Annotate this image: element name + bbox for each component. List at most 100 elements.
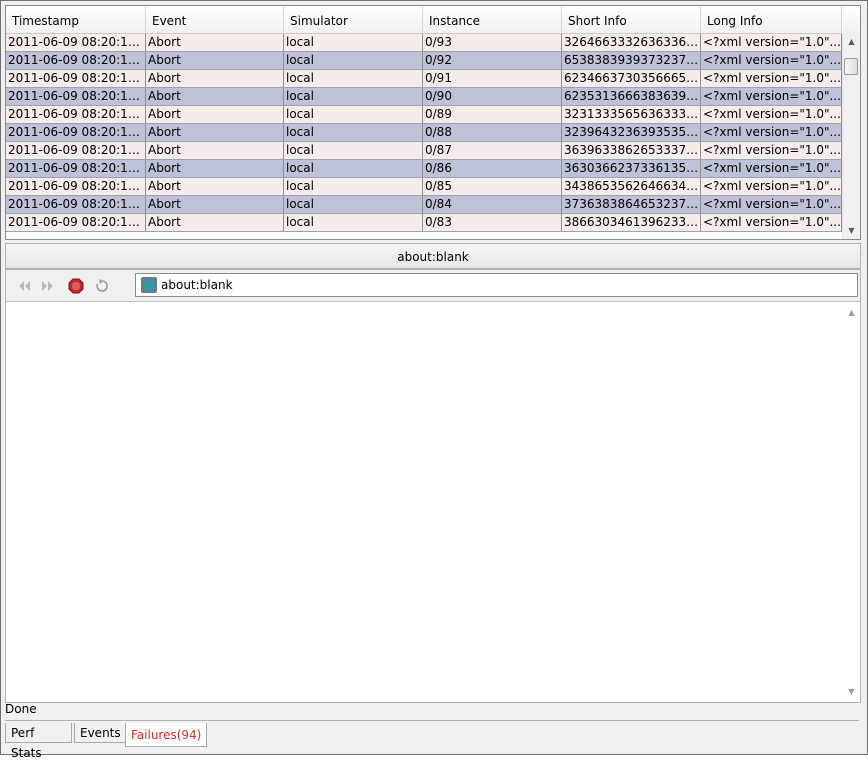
table-row[interactable]: 2011-06-09 08:20:12... Abort local 0/88 3239…	[6, 124, 842, 142]
stop-button[interactable]	[66, 276, 86, 296]
table-cell: Abort	[146, 70, 284, 87]
browser-toolbar: about:blank	[6, 270, 860, 302]
address-bar[interactable]: about:blank	[135, 273, 858, 297]
table-cell: local	[284, 142, 423, 159]
table-cell: 0/83	[423, 214, 562, 231]
table-cell: 2011-06-09 08:20:12...	[8, 106, 146, 123]
table-row[interactable]: 2011-06-09 08:20:12... Abort local 0/91 6234…	[6, 70, 842, 88]
column-header-long-info[interactable]: Long Info	[701, 6, 842, 33]
table-cell: local	[284, 52, 423, 69]
table-cell: 0/89	[423, 106, 562, 123]
table-cell: 0/88	[423, 124, 562, 141]
tab-failures[interactable]: Failures(94)	[125, 723, 207, 747]
app-window: Timestamp Event Simulator Instance Short…	[0, 0, 868, 760]
table-cell: <?xml version="1.0"...	[703, 142, 842, 159]
table-cell: 2011-06-09 08:20:12...	[8, 52, 146, 69]
tab-perf-stats[interactable]: Perf Stats	[5, 723, 72, 760]
page-scroll-up-arrow-icon[interactable]: ▲	[843, 304, 860, 321]
tab-events[interactable]: Events	[74, 723, 127, 743]
table-cell: 2011-06-09 08:20:12...	[8, 70, 146, 87]
column-header-short-info[interactable]: Short Info	[562, 6, 701, 33]
table-cell: <?xml version="1.0"...	[703, 88, 842, 105]
column-header-simulator[interactable]: Simulator	[284, 6, 423, 33]
table-cell: Abort	[146, 196, 284, 213]
table-row[interactable]: 2011-06-09 08:20:12... Abort local 0/92 6538…	[6, 52, 842, 70]
table-cell: Abort	[146, 52, 284, 69]
column-header-timestamp[interactable]: Timestamp	[6, 6, 146, 33]
table-cell: Abort	[146, 160, 284, 177]
scroll-thumb[interactable]	[844, 58, 858, 75]
table-cell: 32396432363935352...	[564, 124, 701, 141]
table-cell: 38663034613962332...	[564, 214, 701, 231]
table-scrollbar[interactable]: ▲ ▼	[842, 33, 860, 239]
address-text: about:blank	[161, 278, 233, 292]
status-text: Done	[5, 702, 37, 716]
table-cell: 0/92	[423, 52, 562, 69]
reload-icon	[96, 279, 108, 292]
table-cell: 2011-06-09 08:20:11...	[8, 214, 146, 231]
table-cell: 2011-06-09 08:20:12...	[8, 124, 146, 141]
table-cell: 62346637303566652...	[564, 70, 701, 87]
stop-icon	[68, 278, 84, 294]
table-row[interactable]: 2011-06-09 08:20:12... Abort local 0/89 3231…	[6, 106, 842, 124]
forward-button[interactable]	[38, 276, 58, 296]
table-cell: <?xml version="1.0"...	[703, 214, 842, 231]
table-cell: <?xml version="1.0"...	[703, 160, 842, 177]
table-cell: 0/85	[423, 178, 562, 195]
table-cell: Abort	[146, 142, 284, 159]
browser-title-bar: about:blank	[5, 243, 861, 269]
scroll-down-arrow-icon[interactable]: ▼	[843, 222, 860, 239]
scroll-up-arrow-icon[interactable]: ▲	[843, 33, 860, 50]
table-header-corner	[843, 6, 860, 33]
table-cell: local	[284, 34, 423, 51]
back-arrow-icon	[19, 281, 30, 291]
table-cell: local	[284, 196, 423, 213]
table-row[interactable]: 2011-06-09 08:20:12... Abort local 0/93 3264…	[6, 34, 842, 52]
bottom-tab-bar: Perf Stats Events Failures(94)	[5, 720, 859, 760]
table-row[interactable]: 2011-06-09 08:20:12... Abort local 0/85 3438…	[6, 178, 842, 196]
back-button[interactable]	[14, 276, 34, 296]
reload-button[interactable]	[92, 276, 112, 296]
table-cell: local	[284, 178, 423, 195]
table-cell: local	[284, 160, 423, 177]
table-cell: Abort	[146, 214, 284, 231]
table-cell: 2011-06-09 08:20:12...	[8, 160, 146, 177]
table-cell: Abort	[146, 178, 284, 195]
table-cell: 62353136663836392...	[564, 88, 701, 105]
table-row[interactable]: 2011-06-09 08:20:12... Abort local 0/84 3736…	[6, 196, 842, 214]
page-scrollbar[interactable]: ▲ ▼	[843, 302, 860, 702]
table-cell: <?xml version="1.0"...	[703, 70, 842, 87]
table-cell: <?xml version="1.0"...	[703, 106, 842, 123]
table-cell: 37363838646532372...	[564, 196, 701, 213]
table-cell: 36396338626533372...	[564, 142, 701, 159]
table-cell: Abort	[146, 124, 284, 141]
table-cell: <?xml version="1.0"...	[703, 178, 842, 195]
table-cell: 2011-06-09 08:20:12...	[8, 142, 146, 159]
column-header-event[interactable]: Event	[146, 6, 284, 33]
table-cell: Abort	[146, 106, 284, 123]
table-cell: 2011-06-09 08:20:12...	[8, 196, 146, 213]
table-cell: <?xml version="1.0"...	[703, 52, 842, 69]
browser-pane: about:blank ▲ ▼	[5, 269, 861, 703]
table-cell: <?xml version="1.0"...	[703, 124, 842, 141]
table-cell: 32646633326363362...	[564, 34, 701, 51]
table-cell: 36303662373361352...	[564, 160, 701, 177]
table-cell: Abort	[146, 34, 284, 51]
page-scroll-down-arrow-icon[interactable]: ▼	[843, 683, 860, 700]
web-page-content[interactable]	[6, 302, 842, 702]
table-cell: 0/91	[423, 70, 562, 87]
table-cell: 0/90	[423, 88, 562, 105]
table-row[interactable]: 2011-06-09 08:20:12... Abort local 0/87 3639…	[6, 142, 842, 160]
table-cell: local	[284, 214, 423, 231]
table-cell: 0/93	[423, 34, 562, 51]
table-row[interactable]: 2011-06-09 08:20:11... Abort local 0/83 3866…	[6, 214, 842, 232]
table-cell: 65383839393732372...	[564, 52, 701, 69]
table-row[interactable]: 2011-06-09 08:20:12... Abort local 0/90 6235…	[6, 88, 842, 106]
table-cell: 34386535626466342...	[564, 178, 701, 195]
table-cell: Abort	[146, 88, 284, 105]
table-cell: 2011-06-09 08:20:12...	[8, 178, 146, 195]
table-row[interactable]: 2011-06-09 08:20:12... Abort local 0/86 3630…	[6, 160, 842, 178]
globe-icon	[141, 277, 157, 293]
table-cell: local	[284, 70, 423, 87]
column-header-instance[interactable]: Instance	[423, 6, 562, 33]
